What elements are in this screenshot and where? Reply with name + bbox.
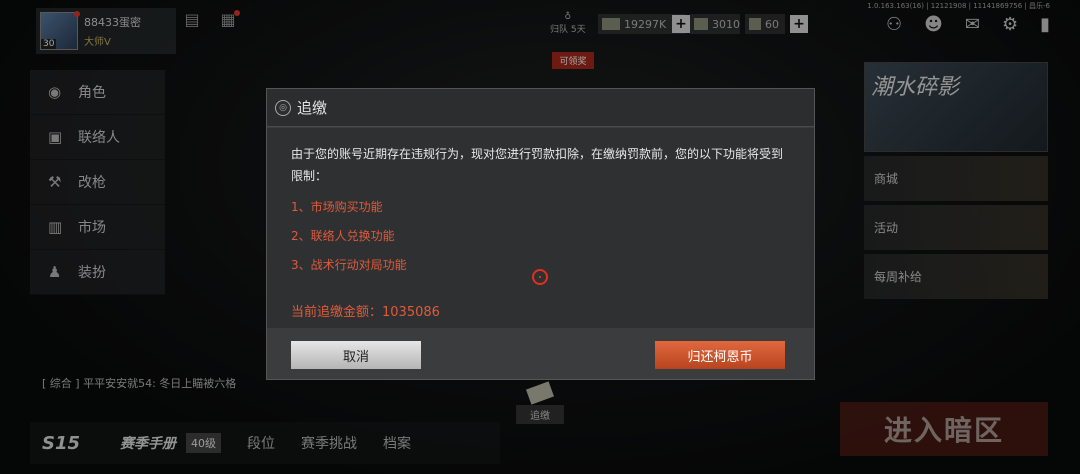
fine-amount-value: 1035086 <box>382 305 440 320</box>
fine-amount: 当前追缴金额：1035086 <box>291 302 790 324</box>
crosshair-icon <box>532 269 548 285</box>
fine-amount-label: 当前追缴金额： <box>291 305 383 320</box>
restriction-item: 2、联络人兑换功能 <box>291 229 395 243</box>
dialog-message: 由于您的账号近期存在违规行为，现对您进行罚款扣除，在缴纳罚款前，您的以下功能将受… <box>291 147 784 183</box>
cancel-button[interactable]: 取消 <box>291 341 421 369</box>
dialog-title: 追缴 <box>297 99 328 117</box>
restriction-item: 1、市场购买功能 <box>291 200 383 214</box>
dialog-body: 由于您的账号近期存在违规行为，现对您进行罚款扣除，在缴纳罚款前，您的以下功能将受… <box>267 128 814 328</box>
return-coins-button[interactable]: 归还柯恩币 <box>655 341 785 369</box>
dialog-header: ◎ 追缴 <box>267 89 814 127</box>
penalty-dialog: ◎ 追缴 由于您的账号近期存在违规行为，现对您进行罚款扣除，在缴纳罚款前，您的以… <box>266 88 815 380</box>
game-logo-icon: ◎ <box>275 99 291 116</box>
